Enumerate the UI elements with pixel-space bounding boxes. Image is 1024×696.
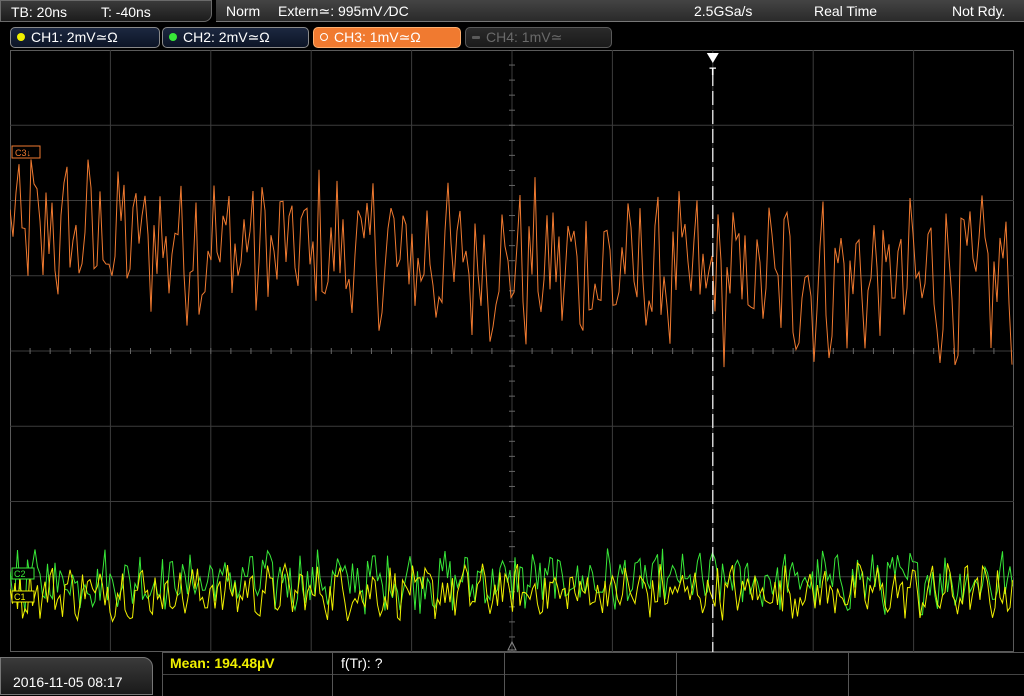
top-status-bar: TB: 20ns T: -40ns Norm Extern≃: 995mV ∕D… bbox=[0, 0, 1024, 24]
trigger-marker-label: T bbox=[709, 66, 716, 78]
tab-ch2[interactable]: CH2: 2mV≃Ω bbox=[162, 27, 309, 48]
ch2-marker-text: C2 bbox=[14, 569, 26, 579]
ch1-dot-icon bbox=[17, 33, 25, 41]
measurement-cell-ftr[interactable]: f(Tr): ? bbox=[332, 653, 504, 696]
measurement-panel[interactable]: Mean: 194.48µV f(Tr): ? bbox=[162, 652, 1024, 696]
trigger-mode: Norm bbox=[226, 3, 261, 19]
measurement-cell-mean[interactable]: Mean: 194.48µV bbox=[162, 653, 332, 696]
datetime-label: 2016-11-05 08:17 bbox=[13, 674, 123, 690]
mean-readout: Mean: 194.48µV bbox=[170, 655, 275, 671]
ch3-offset-marker[interactable]: C3↓ bbox=[11, 145, 41, 159]
acquisition-mode: Real Time bbox=[814, 3, 878, 19]
tab-ch1[interactable]: CH1: 2mV≃Ω bbox=[10, 27, 160, 48]
ch1-offset-marker[interactable]: C1 bbox=[11, 590, 35, 603]
ch3-dot-icon bbox=[320, 33, 328, 41]
trace-area[interactable]: T C3↓ C2 C1 bbox=[10, 50, 1014, 652]
ch2-offset-marker[interactable]: C2 bbox=[11, 567, 35, 580]
sample-rate: 2.5GSa/s bbox=[694, 3, 753, 19]
ch3-marker-text: C3↓ bbox=[15, 148, 31, 158]
trigger-arrow-icon[interactable] bbox=[706, 53, 719, 63]
trigger-source: Extern≃: 995mV ∕DC bbox=[278, 3, 409, 19]
datetime-box: 2016-11-05 08:17 bbox=[0, 657, 153, 695]
ch1-marker-text: C1 bbox=[14, 592, 26, 602]
acquisition-status: Not Rdy. bbox=[952, 3, 1006, 19]
timebase-label: TB: 20ns bbox=[11, 4, 68, 20]
ch3-waveform bbox=[10, 159, 1013, 368]
ch4-label: CH4: 1mV≃ bbox=[486, 29, 563, 45]
measurement-cell-5[interactable] bbox=[848, 653, 1024, 696]
ftr-readout: f(Tr): ? bbox=[341, 655, 383, 671]
ch2-label: CH2: 2mV≃Ω bbox=[183, 29, 270, 45]
tab-ch3[interactable]: CH3: 1mV≃Ω bbox=[313, 27, 461, 48]
bottom-trigger-marker-icon bbox=[507, 640, 517, 651]
measurement-cell-4[interactable] bbox=[676, 653, 848, 696]
ch2-dot-icon bbox=[169, 33, 177, 41]
tab-ch4[interactable]: CH4: 1mV≃ bbox=[465, 27, 612, 48]
trigger-info-strip[interactable]: Norm Extern≃: 995mV ∕DC 2.5GSa/s Real Ti… bbox=[216, 0, 1024, 22]
timebase-box[interactable]: TB: 20ns T: -40ns bbox=[0, 0, 212, 22]
measurement-cell-3[interactable] bbox=[504, 653, 676, 696]
ch1-label: CH1: 2mV≃Ω bbox=[31, 29, 118, 45]
trigger-time-label: T: -40ns bbox=[101, 4, 151, 20]
ch3-label: CH3: 1mV≃Ω bbox=[334, 29, 421, 45]
ch4-off-icon bbox=[472, 36, 480, 39]
